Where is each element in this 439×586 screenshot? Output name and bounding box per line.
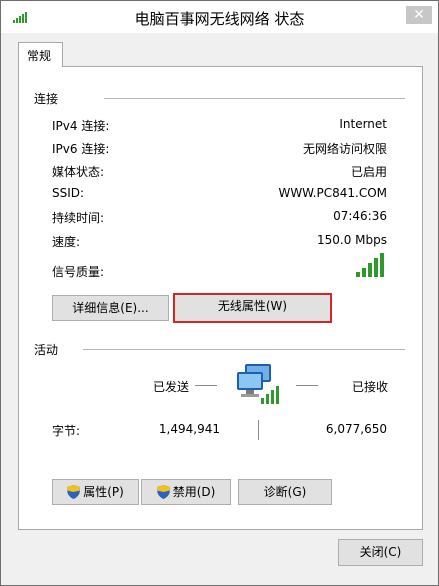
disable-button-label: 禁用(D)	[172, 485, 216, 499]
title-bar: 电脑百事网无线网络 状态 ✕	[1, 1, 438, 33]
activity-divider	[83, 349, 405, 350]
uac-shield-icon	[156, 485, 170, 499]
received-connector-line	[296, 385, 318, 386]
details-button[interactable]: 详细信息(E)...	[52, 295, 169, 321]
connection-divider	[104, 98, 405, 99]
activity-section-label: 活动	[34, 343, 59, 357]
uac-shield-icon	[67, 485, 81, 499]
wireless-properties-button[interactable]: 无线属性(W)	[173, 293, 332, 323]
ssid-value: WWW.PC841.COM	[278, 186, 387, 200]
ssid-label: SSID:	[52, 186, 85, 200]
diagnose-button[interactable]: 诊断(G)	[238, 479, 332, 505]
media-state-label: 媒体状态:	[52, 165, 105, 179]
bytes-received-value: 6,077,650	[325, 422, 387, 436]
bytes-separator	[258, 420, 259, 440]
connection-section-label: 连接	[34, 92, 59, 106]
received-label: 已接收	[352, 380, 389, 394]
duration-value: 07:46:36	[333, 209, 387, 223]
properties-button-label: 属性(P)	[83, 485, 124, 499]
duration-label: 持续时间:	[52, 211, 105, 225]
window-close-button[interactable]: ✕	[406, 6, 432, 24]
media-state-value: 已启用	[350, 165, 387, 179]
bytes-label: 字节:	[52, 424, 81, 438]
ipv4-label: IPv4 连接:	[52, 119, 110, 133]
signal-bars-icon	[356, 253, 384, 277]
network-computers-icon	[237, 364, 279, 404]
tab-general[interactable]: 常规	[18, 42, 63, 67]
properties-button[interactable]: 属性(P)	[52, 479, 139, 505]
window-title: 电脑百事网无线网络 状态	[134, 10, 305, 28]
status-window: 电脑百事网无线网络 状态 ✕ 常规 连接 IPv4 连接: Internet I…	[0, 0, 439, 586]
signal-quality-label: 信号质量:	[52, 265, 105, 279]
ipv6-value: 无网络访问权限	[302, 142, 387, 156]
tab-general-label: 常规	[27, 49, 52, 63]
sent-connector-line	[195, 385, 217, 386]
disable-button[interactable]: 禁用(D)	[141, 479, 231, 505]
ipv4-value: Internet	[339, 117, 387, 131]
speed-value: 150.0 Mbps	[316, 233, 387, 247]
close-button[interactable]: 关闭(C)	[338, 539, 423, 566]
sent-label: 已发送	[153, 380, 190, 394]
ipv6-label: IPv6 连接:	[52, 142, 110, 156]
speed-label: 速度:	[52, 235, 81, 249]
bytes-sent-value: 1,494,941	[158, 422, 220, 436]
